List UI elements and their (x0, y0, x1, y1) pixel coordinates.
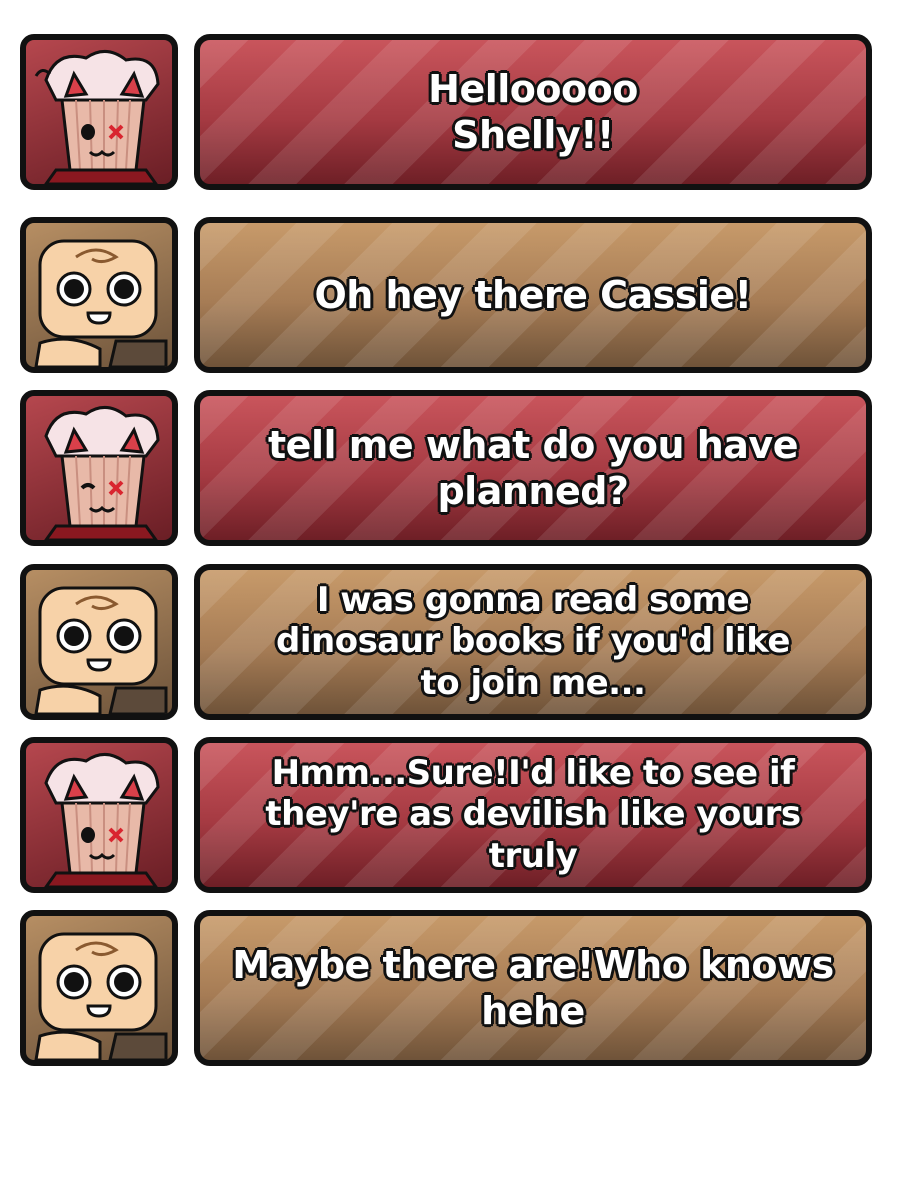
dialogue-text: tell me what do you have planned? (268, 422, 798, 513)
dialogue-row: tell me what do you have planned? (20, 390, 872, 554)
dialogue-text: Hellooooo Shelly!! (428, 66, 638, 157)
cupcake-character-avatar (20, 737, 178, 893)
speech-bubble: Hmm...Sure!I'd like to see if they're as… (194, 737, 872, 893)
cinnamon-roll-character-avatar (20, 217, 178, 373)
dialogue-text: I was gonna read some dinosaur books if … (276, 579, 790, 703)
cupcake-character-avatar (20, 390, 178, 546)
dialogue-text: Hmm...Sure!I'd like to see if they're as… (265, 752, 801, 876)
dialogue-row: Hellooooo Shelly!! (20, 34, 872, 198)
speech-bubble: Maybe there are!Who knows hehe (194, 910, 872, 1066)
cinnamon-roll-character-avatar (20, 564, 178, 720)
dialogue-row: I was gonna read some dinosaur books if … (20, 564, 872, 728)
dialogue-row: Maybe there are!Who knows hehe (20, 910, 872, 1074)
cinnamon-roll-character-avatar (20, 910, 178, 1066)
speech-bubble: tell me what do you have planned? (194, 390, 872, 546)
dialogue-row: Oh hey there Cassie! (20, 217, 872, 381)
speech-bubble: I was gonna read some dinosaur books if … (194, 564, 872, 720)
cupcake-character-avatar (20, 34, 178, 190)
speech-bubble: Hellooooo Shelly!! (194, 34, 872, 190)
dialogue-text: Oh hey there Cassie! (314, 272, 752, 317)
dialogue-row: Hmm...Sure!I'd like to see if they're as… (20, 737, 872, 901)
dialogue-text: Maybe there are!Who knows hehe (232, 942, 834, 1033)
speech-bubble: Oh hey there Cassie! (194, 217, 872, 373)
